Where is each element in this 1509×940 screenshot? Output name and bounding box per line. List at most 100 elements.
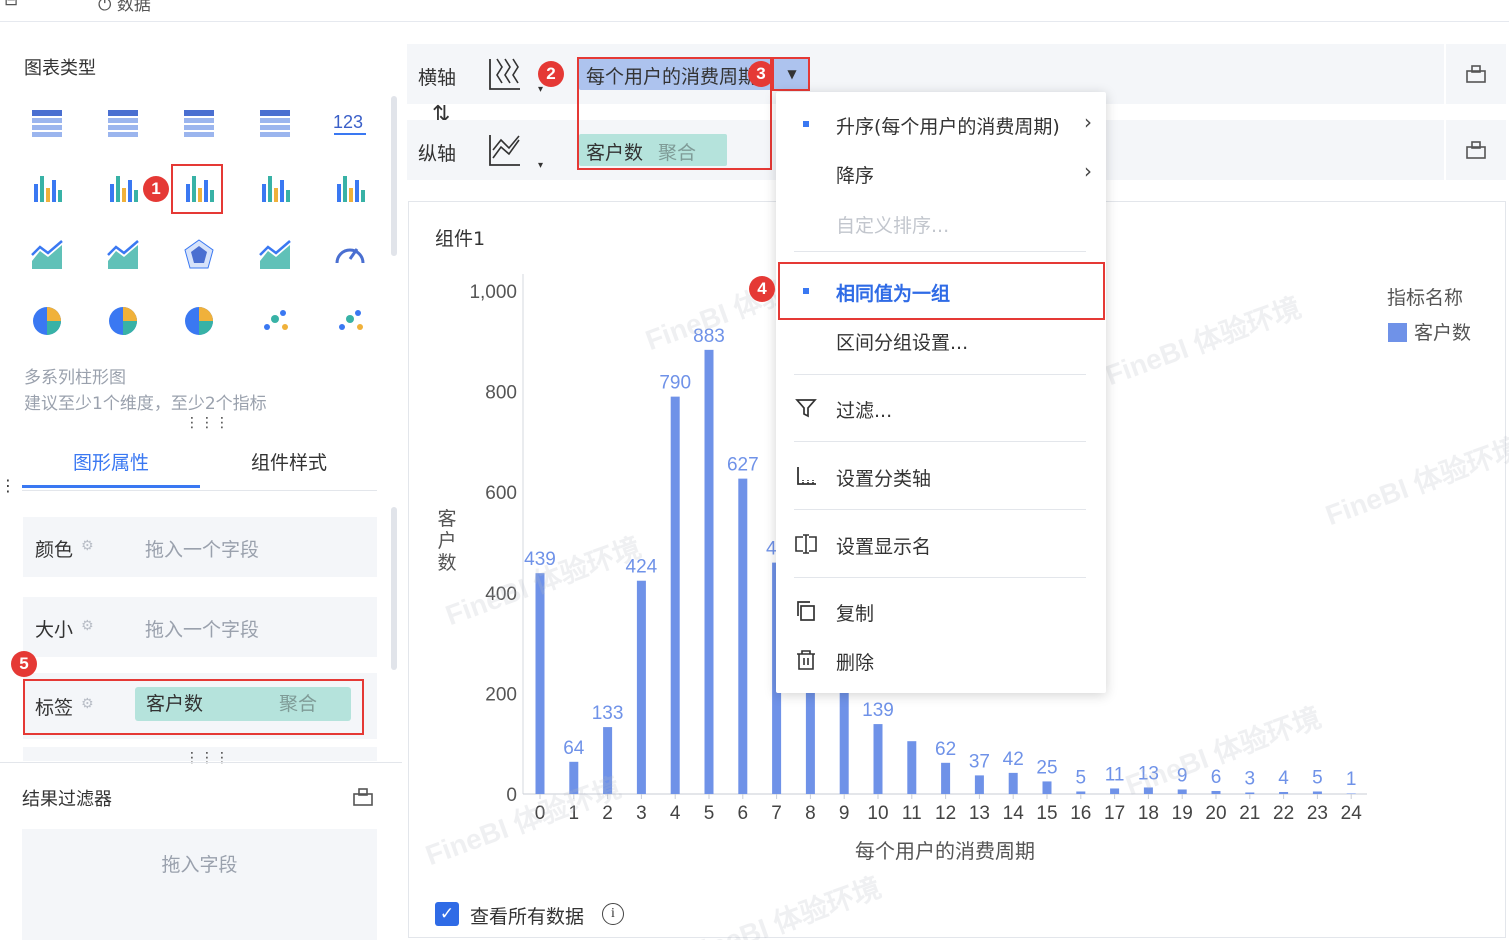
number-card-icon[interactable]: 123	[328, 101, 372, 145]
step-badge-3: 3	[748, 61, 774, 87]
bar	[1279, 791, 1289, 794]
pie-chart-icon-graphic	[33, 307, 61, 335]
y-axis-field-pill[interactable]: 客户数 聚合	[579, 134, 727, 166]
radar-chart-icon[interactable]	[177, 233, 221, 277]
bubble-chart-icon[interactable]	[328, 299, 372, 343]
x-axis-field-dropdown-icon[interactable]: ▼	[775, 58, 809, 90]
dimension-icon[interactable]	[1465, 64, 1487, 84]
area-wave-icon[interactable]	[25, 233, 69, 277]
gear-icon[interactable]: ⚙	[81, 538, 94, 554]
x-tick-label: 11	[902, 803, 922, 824]
resize-handle-icon[interactable]: ⋮⋮⋮	[185, 415, 229, 431]
x-axis-field-pill[interactable]: 每个用户的消费周期 ▼	[579, 58, 809, 90]
rose-pie-icon[interactable]	[101, 299, 145, 343]
menu-item-display-name-label: 设置显示名	[836, 536, 932, 558]
menu-item-ascending[interactable]: 升序(每个用户的消费周期) ›	[776, 104, 1106, 144]
area-wave-icon-graphic	[31, 240, 63, 269]
y-axis-type-icon[interactable]	[487, 132, 523, 168]
dimension-icon[interactable]	[1465, 140, 1487, 160]
table-chart-icon-graphic	[32, 110, 62, 137]
selected-bullet-icon	[803, 121, 809, 127]
tab-graphic-properties[interactable]: 图形属性	[22, 448, 200, 488]
crosstable-chart-icon-graphic	[108, 110, 138, 137]
detail-table-icon[interactable]	[177, 101, 221, 145]
y-axis-type-caret-icon[interactable]: ▾	[538, 160, 543, 171]
label-field-pill[interactable]: 客户数 聚合	[135, 687, 351, 721]
chart-type-title: 图表类型	[24, 58, 96, 79]
data-label: 64	[563, 738, 585, 759]
grouped-bar-icon[interactable]	[25, 166, 69, 210]
result-filter-placeholder: 拖入字段	[161, 854, 238, 876]
menu-item-descending[interactable]: 降序 ›	[776, 153, 1106, 193]
x-axis-type-icon[interactable]	[487, 56, 523, 92]
property-size-label: 大小	[35, 619, 74, 641]
x-tick-label: 12	[935, 803, 956, 824]
menu-item-interval-group-label: 区间分组设置...	[836, 332, 969, 354]
property-size-dropzone[interactable]: 拖入一个字段	[145, 615, 259, 642]
y-axis-title-char: 数	[437, 552, 456, 574]
bar-ranking-icon[interactable]	[253, 166, 297, 210]
range-column-icon[interactable]	[328, 166, 372, 210]
menu-item-delete[interactable]: 删除	[776, 640, 1106, 680]
range-column-icon-graphic	[337, 176, 365, 202]
selected-chart-name: 多系列柱形图	[24, 368, 126, 388]
menu-item-category-axis[interactable]: 设置分类轴	[776, 456, 1106, 496]
kpi-card-icon[interactable]	[253, 101, 297, 145]
resize-handle-icon[interactable]: ⋮⋮⋮	[185, 750, 229, 766]
category-axis-icon	[797, 467, 816, 485]
scrollbar[interactable]	[391, 96, 397, 256]
tab-component-style[interactable]: 组件样式	[200, 448, 378, 488]
label-field-name: 客户数	[146, 693, 204, 715]
legend-title: 指标名称	[1387, 287, 1463, 309]
bar	[670, 396, 680, 794]
menu-item-custom-sort: 自定义排序...	[776, 203, 1106, 243]
data-label: 4	[1278, 768, 1289, 789]
menu-item-interval-group[interactable]: 区间分组设置...	[776, 320, 1106, 360]
x-axis-settings[interactable]	[1444, 44, 1506, 104]
dimension-icon[interactable]	[352, 787, 374, 807]
property-color-dropzone[interactable]: 拖入一个字段	[145, 535, 259, 562]
rose-pie-icon-graphic	[109, 307, 137, 335]
menu-item-copy[interactable]: 复制	[776, 591, 1106, 631]
line-cross-icon[interactable]	[101, 233, 145, 277]
menu-item-same-value-group[interactable]: 相同值为一组	[776, 271, 1106, 311]
y-axis-title-char: 客	[437, 508, 456, 530]
property-size-row[interactable]: 大小 ⚙ 拖入一个字段	[23, 597, 377, 657]
data-tool-fragment[interactable]: ⏻ 数据	[98, 0, 151, 15]
data-label: 25	[1036, 757, 1057, 778]
gear-icon[interactable]: ⚙	[81, 618, 94, 634]
menu-item-display-name[interactable]: 设置显示名	[776, 524, 1106, 564]
multi-series-column-icon[interactable]	[177, 166, 221, 210]
result-filter-dropzone[interactable]: 拖入字段	[22, 829, 377, 940]
pie-chart-icon[interactable]	[25, 299, 69, 343]
top-toolbar-strip: ⊟ ⏻ 数据	[0, 0, 1509, 22]
table-chart-icon[interactable]	[25, 101, 69, 145]
scrollbar[interactable]	[391, 507, 397, 670]
sunburst-icon[interactable]	[177, 299, 221, 343]
x-tick-label: 7	[771, 803, 782, 824]
menu-item-filter[interactable]: 过滤...	[776, 388, 1106, 428]
stacked-column-icon[interactable]	[101, 166, 145, 210]
gauge-icon[interactable]	[328, 233, 372, 277]
y-axis-title-char: 户	[437, 530, 456, 552]
crosstable-chart-icon[interactable]	[101, 101, 145, 145]
data-label: 37	[969, 751, 990, 772]
bubble-chart-icon-graphic	[339, 310, 363, 330]
y-axis-settings[interactable]	[1444, 120, 1506, 180]
menu-divider	[794, 251, 1086, 252]
property-color-row[interactable]: 颜色 ⚙ 拖入一个字段	[23, 517, 377, 577]
toolbar-fragment-left[interactable]: ⊟	[4, 0, 18, 10]
grouped-bar-icon-graphic	[34, 176, 62, 202]
bar	[907, 741, 917, 794]
scatter-chart-icon[interactable]	[253, 299, 297, 343]
side-handle-icon[interactable]: ⋮	[0, 476, 16, 495]
x-axis-type-caret-icon[interactable]: ▾	[538, 84, 543, 95]
area-chart-icon[interactable]	[253, 233, 297, 277]
gear-icon[interactable]: ⚙	[81, 696, 94, 712]
x-axis-label: 横轴	[418, 67, 457, 89]
x-axis-field-name: 每个用户的消费周期	[586, 66, 758, 88]
view-all-checkbox[interactable]: ✓	[435, 902, 459, 926]
info-icon[interactable]: i	[602, 903, 624, 925]
multi-series-column-icon-graphic	[186, 176, 214, 202]
property-label-row[interactable]: 标签 ⚙ 客户数 聚合	[23, 673, 377, 739]
